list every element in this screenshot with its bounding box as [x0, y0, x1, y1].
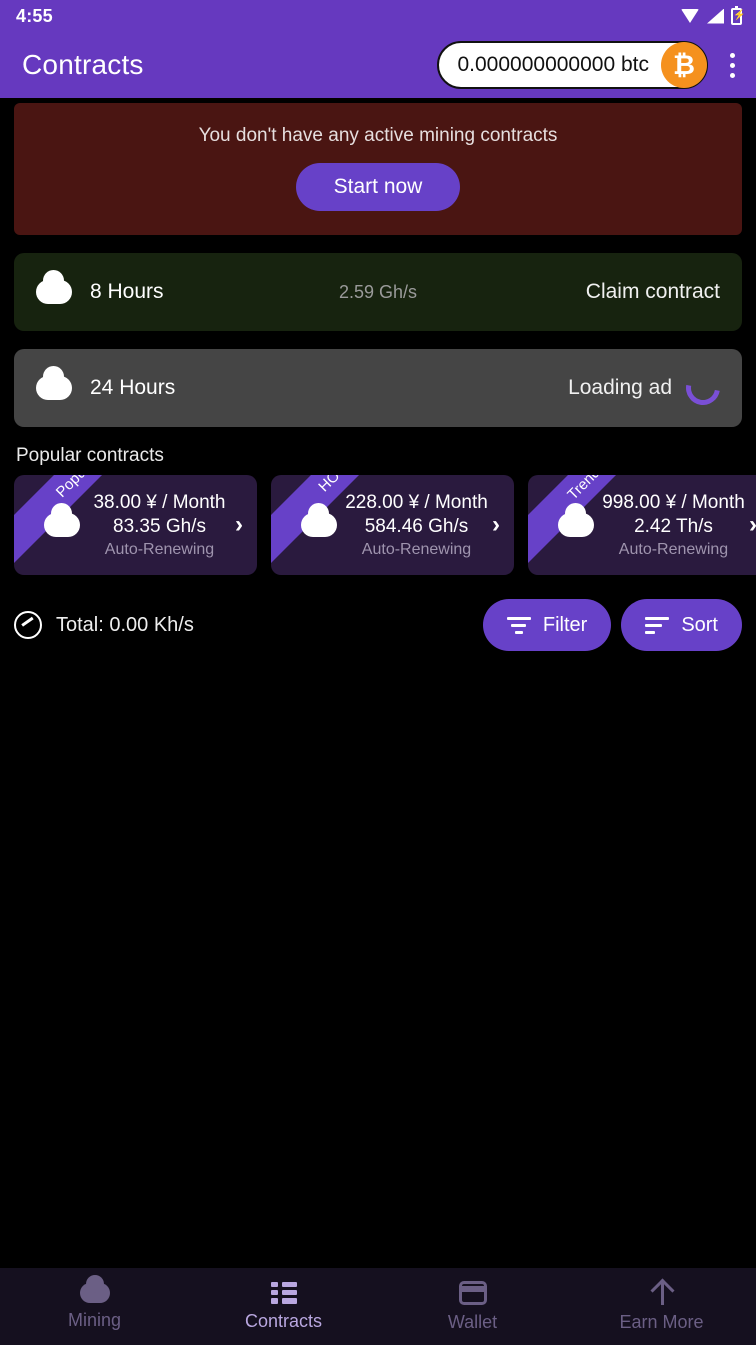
- contract-hashrate: 584.46 Gh/s: [364, 515, 469, 537]
- app-bar: Contracts 0.000000000000 btc ₿: [0, 32, 756, 98]
- status-time: 4:55: [16, 5, 53, 26]
- contract-renewal: Auto-Renewing: [618, 540, 729, 558]
- cloud-icon: [558, 503, 594, 537]
- loading-spinner-icon: [679, 364, 727, 412]
- contract-renewal: Auto-Renewing: [104, 540, 215, 558]
- list-icon: [270, 1281, 297, 1304]
- nav-item-wallet[interactable]: Wallet: [378, 1280, 567, 1333]
- claim-action: Loading ad: [568, 376, 672, 399]
- cloud-icon: [79, 1274, 110, 1303]
- claim-action[interactable]: Claim contract: [586, 280, 720, 304]
- claim-duration: 8 Hours: [90, 280, 164, 303]
- cloud-icon: [44, 503, 80, 537]
- claim-rate: 2.59 Gh/s: [338, 281, 418, 302]
- start-now-button[interactable]: Start now: [295, 163, 461, 211]
- nav-label: Contracts: [244, 1310, 323, 1331]
- total-hashrate: Total: 0.00 Kh/s: [56, 613, 194, 636]
- contract-price: 998.00 ¥ / Month: [602, 491, 745, 513]
- bitcoin-icon: ₿: [661, 42, 707, 88]
- contract-hashrate: 2.42 Th/s: [634, 515, 713, 537]
- wallet-icon: [458, 1280, 487, 1305]
- sort-button[interactable]: Sort: [621, 599, 742, 651]
- balance-chip[interactable]: 0.000000000000 btc ₿: [437, 41, 708, 89]
- no-contracts-banner: You don't have any active mining contrac…: [14, 103, 742, 235]
- filter-icon: [506, 616, 531, 634]
- wifi-icon: [681, 9, 700, 23]
- overflow-menu-icon[interactable]: [718, 41, 746, 89]
- nav-item-contracts[interactable]: Contracts: [189, 1281, 378, 1332]
- battery-charging-icon: [731, 5, 745, 25]
- claim-row-24-hours[interactable]: 24 Hours Loading ad: [14, 349, 742, 427]
- page-title: Contracts: [22, 49, 144, 80]
- status-bar: 4:55: [0, 0, 756, 32]
- contract-price: 228.00 ¥ / Month: [345, 491, 488, 513]
- contract-card[interactable]: Popular 38.00 ¥ / Month 83.35 Gh/s Auto-…: [14, 475, 257, 575]
- bottom-navigation: Mining Contracts Wallet Earn More: [0, 1267, 756, 1345]
- balance-value: 0.000000000000 btc: [457, 53, 649, 76]
- popular-contracts-title: Popular contracts: [16, 445, 164, 466]
- claim-duration: 24 Hours: [90, 376, 176, 399]
- sort-label: Sort: [681, 613, 718, 636]
- app-screen: 4:55 Contracts 0.000000000000 btc ₿ You …: [0, 0, 756, 1345]
- filter-button[interactable]: Filter: [482, 599, 612, 651]
- content-area: You don't have any active mining contrac…: [0, 98, 756, 1267]
- claim-row-8-hours[interactable]: 8 Hours 2.59 Gh/s Claim contract: [14, 253, 742, 331]
- nav-item-mining[interactable]: Mining: [0, 1274, 189, 1331]
- sort-icon: [645, 616, 670, 634]
- chevron-right-icon[interactable]: ›: [235, 511, 243, 539]
- banner-message: You don't have any active mining contrac…: [198, 125, 558, 146]
- contract-card[interactable]: Trending 998.00 ¥ / Month 2.42 Th/s Auto…: [528, 475, 756, 575]
- nav-label: Wallet: [447, 1311, 498, 1332]
- speedometer-icon: [14, 611, 42, 639]
- chevron-right-icon[interactable]: ›: [749, 511, 756, 539]
- contract-card[interactable]: HOT! 228.00 ¥ / Month 584.46 Gh/s Auto-R…: [271, 475, 514, 575]
- total-bar: Total: 0.00 Kh/s Filter Sort: [0, 597, 756, 653]
- chevron-right-icon[interactable]: ›: [492, 511, 500, 539]
- contract-price: 38.00 ¥ / Month: [93, 491, 226, 513]
- contract-hashrate: 83.35 Gh/s: [113, 515, 206, 537]
- cloud-icon: [36, 366, 72, 400]
- nav-item-earn-more[interactable]: Earn More: [567, 1280, 756, 1333]
- popular-contracts-carousel[interactable]: Popular 38.00 ¥ / Month 83.35 Gh/s Auto-…: [0, 475, 756, 575]
- filter-label: Filter: [542, 613, 588, 636]
- contract-renewal: Auto-Renewing: [361, 540, 472, 558]
- signal-icon: [707, 8, 724, 24]
- arrow-up-icon: [649, 1280, 675, 1305]
- nav-label: Earn More: [619, 1311, 704, 1332]
- cloud-icon: [301, 503, 337, 537]
- cloud-icon: [36, 270, 72, 304]
- nav-label: Mining: [67, 1309, 122, 1330]
- status-icons: [681, 5, 745, 25]
